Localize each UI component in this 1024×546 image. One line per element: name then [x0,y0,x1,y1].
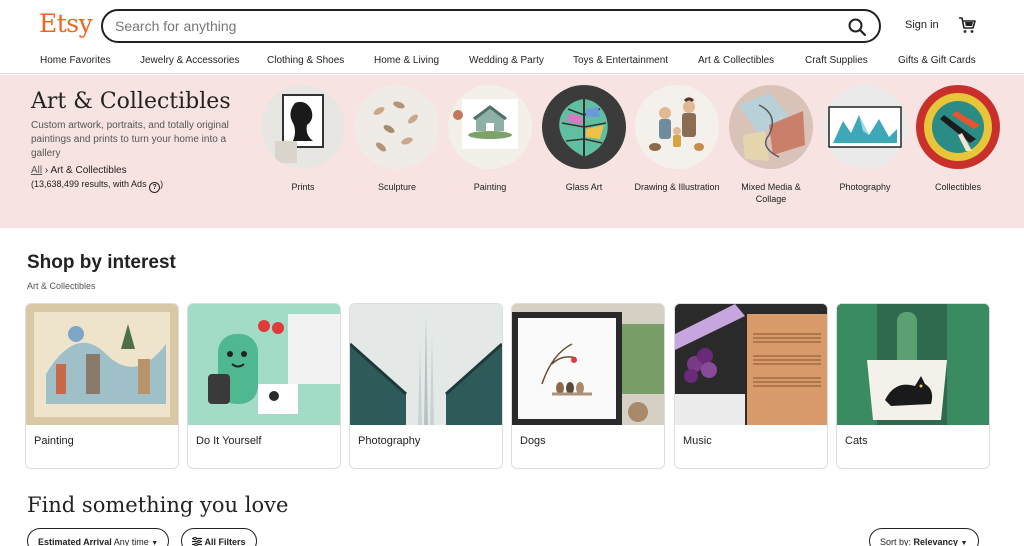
card-label: Music [683,435,712,447]
nav-gifts-gift-cards[interactable]: Gifts & Gift Cards [898,55,976,66]
search-input[interactable] [115,17,815,35]
category-sculpture[interactable]: Sculpture [352,85,442,193]
collectibles-image [916,85,1000,169]
category-label: Drawing & Illustration [634,182,720,192]
search-icon[interactable] [847,17,867,37]
card-label: Do It Yourself [196,435,262,447]
photography-image [823,85,907,169]
search-bar[interactable] [101,9,881,43]
painting-image [448,85,532,169]
music-card-image [675,304,827,425]
category-label: Sculpture [377,182,417,192]
all-filters-label: All Filters [204,537,246,546]
results-text: (13,638,499 results, with Ads [31,179,147,189]
painting-card-image [26,304,178,425]
nav-art-collectibles[interactable]: Art & Collectibles [698,55,774,66]
nav-toys-entertainment[interactable]: Toys & Entertainment [573,55,668,66]
photography-card-image [350,304,502,425]
category-nav: Home Favorites Jewelry & Accessories Clo… [0,50,1024,74]
sculpture-image [355,85,439,169]
all-filters-button[interactable]: All Filters [181,528,257,546]
breadcrumb-separator: › [44,165,49,176]
nav-home-favorites[interactable]: Home Favorites [40,55,111,66]
cats-card-image [837,304,989,425]
category-prints[interactable]: Prints [258,85,348,193]
chevron-down-icon: ▼ [960,540,968,546]
results-close: ) [160,179,164,189]
card-label: Cats [845,435,868,447]
help-icon[interactable]: ? [149,182,161,193]
etsy-logo[interactable]: Etsy [39,9,93,38]
nav-wedding-party[interactable]: Wedding & Party [469,55,544,66]
estimated-arrival-filter[interactable]: Estimated Arrival Any time ▼ [27,528,170,546]
category-collectibles[interactable]: Collectibles [913,85,1003,193]
sort-by-dropdown[interactable]: Sort by: Relevancy ▼ [869,528,979,546]
category-painting[interactable]: Painting [445,85,535,193]
card-label: Photography [358,435,421,447]
nav-jewelry-accessories[interactable]: Jewelry & Accessories [140,55,239,66]
category-label: Prints [291,182,315,192]
filter-icon [192,536,202,546]
nav-craft-supplies[interactable]: Craft Supplies [805,55,868,66]
shop-by-interest-heading: Shop by interest [27,252,176,273]
category-label: Glass Art [565,182,603,192]
category-label: Painting [473,182,507,192]
category-drawing-illustration[interactable]: Drawing & Illustration [632,85,722,193]
interest-card-cats[interactable]: Cats [836,303,990,469]
category-glass-art[interactable]: Glass Art [539,85,629,193]
category-description: Custom artwork, portraits, and totally o… [31,120,229,159]
dogs-card-image [512,304,664,425]
category-hero: Art & Collectibles Custom artwork, portr… [0,75,1024,228]
category-label: Photography [839,182,891,192]
do-it-yourself-card-image [188,304,340,425]
site-header: Etsy Sign in [0,0,1024,50]
card-label: Painting [34,435,74,447]
results-count: (13,638,499 results, with Ads ?) [31,179,163,193]
prints-image [261,85,345,169]
estimated-arrival-label: Estimated Arrival [38,537,112,546]
interest-card-dogs[interactable]: Dogs [511,303,665,469]
breadcrumb: All › Art & Collectibles [31,165,127,176]
sort-by-value: Relevancy [913,537,959,546]
interest-card-music[interactable]: Music [674,303,828,469]
shop-by-interest-subtitle: Art & Collectibles [27,281,96,291]
category-photography[interactable]: Photography [820,85,910,193]
chevron-down-icon: ▼ [151,540,159,546]
glass-art-image [542,85,626,169]
cart-icon[interactable] [958,16,976,34]
sort-by-label: Sort by: [880,537,912,546]
interest-card-do-it-yourself[interactable]: Do It Yourself [187,303,341,469]
interest-card-painting[interactable]: Painting [25,303,179,469]
category-label: Collectibles [934,182,982,192]
category-mixed-media-collage[interactable]: Mixed Media & Collage [726,85,816,205]
nav-clothing-shoes[interactable]: Clothing & Shoes [267,55,344,66]
nav-home-living[interactable]: Home & Living [374,55,439,66]
breadcrumb-all-link[interactable]: All [31,165,42,176]
category-label: Mixed Media & Collage [741,182,801,204]
page-title: Art & Collectibles [31,89,231,114]
find-something-heading: Find something you love [27,493,289,517]
sign-in-link[interactable]: Sign in [905,19,939,31]
mixed-media-collage-image [729,85,813,169]
interest-card-photography[interactable]: Photography [349,303,503,469]
drawing-illustration-image [635,85,719,169]
estimated-arrival-value: Any time [113,537,149,546]
card-label: Dogs [520,435,546,447]
breadcrumb-current: Art & Collectibles [50,165,127,176]
